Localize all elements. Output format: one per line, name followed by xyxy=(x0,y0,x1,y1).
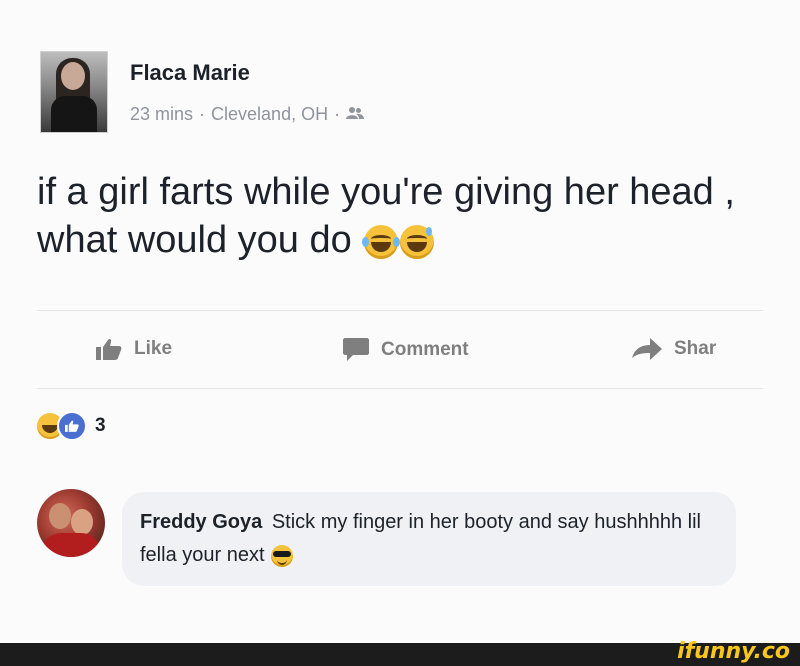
author-name[interactable]: Flaca Marie xyxy=(130,60,250,86)
commenter-name[interactable]: Freddy Goya xyxy=(140,511,262,533)
reactions-summary[interactable]: 3 xyxy=(37,411,106,441)
ifunny-logo: ifunny.co xyxy=(677,639,790,664)
author-avatar[interactable] xyxy=(40,51,108,133)
divider-bottom xyxy=(37,388,763,389)
grinning-sweat-emoji xyxy=(400,224,435,259)
like-label: Like xyxy=(134,338,173,359)
comment-bubble: Freddy Goya Stick my finger in her booty… xyxy=(122,492,736,586)
divider-top xyxy=(37,310,763,311)
sunglasses-emoji xyxy=(270,544,293,567)
post-body: if a girl farts while you're giving her … xyxy=(37,168,777,264)
facebook-post-screenshot: Flaca Marie 23 mins · Cleveland, OH · if… xyxy=(0,0,800,666)
share-button[interactable]: Shar xyxy=(632,338,716,360)
post-meta: 23 mins · Cleveland, OH · xyxy=(130,104,365,125)
share-arrow-icon xyxy=(632,338,662,360)
laughing-tears-emoji xyxy=(362,224,401,259)
like-button[interactable]: Like xyxy=(96,338,172,360)
comment-icon xyxy=(343,338,369,362)
post-location[interactable]: Cleveland, OH xyxy=(211,104,328,125)
thumbs-up-icon xyxy=(96,338,122,360)
reaction-count: 3 xyxy=(95,415,106,436)
comment-label: Comment xyxy=(381,339,469,360)
friends-icon[interactable] xyxy=(346,104,365,125)
watermark-bar: ifunny.co xyxy=(0,639,800,666)
share-label: Shar xyxy=(674,338,717,359)
comment-button[interactable]: Comment xyxy=(343,338,469,362)
post-time[interactable]: 23 mins xyxy=(130,104,193,125)
commenter-avatar[interactable] xyxy=(37,489,105,557)
like-reaction-icon xyxy=(57,411,87,441)
meta-separator-2: · xyxy=(334,104,341,124)
meta-separator: · xyxy=(199,104,206,124)
